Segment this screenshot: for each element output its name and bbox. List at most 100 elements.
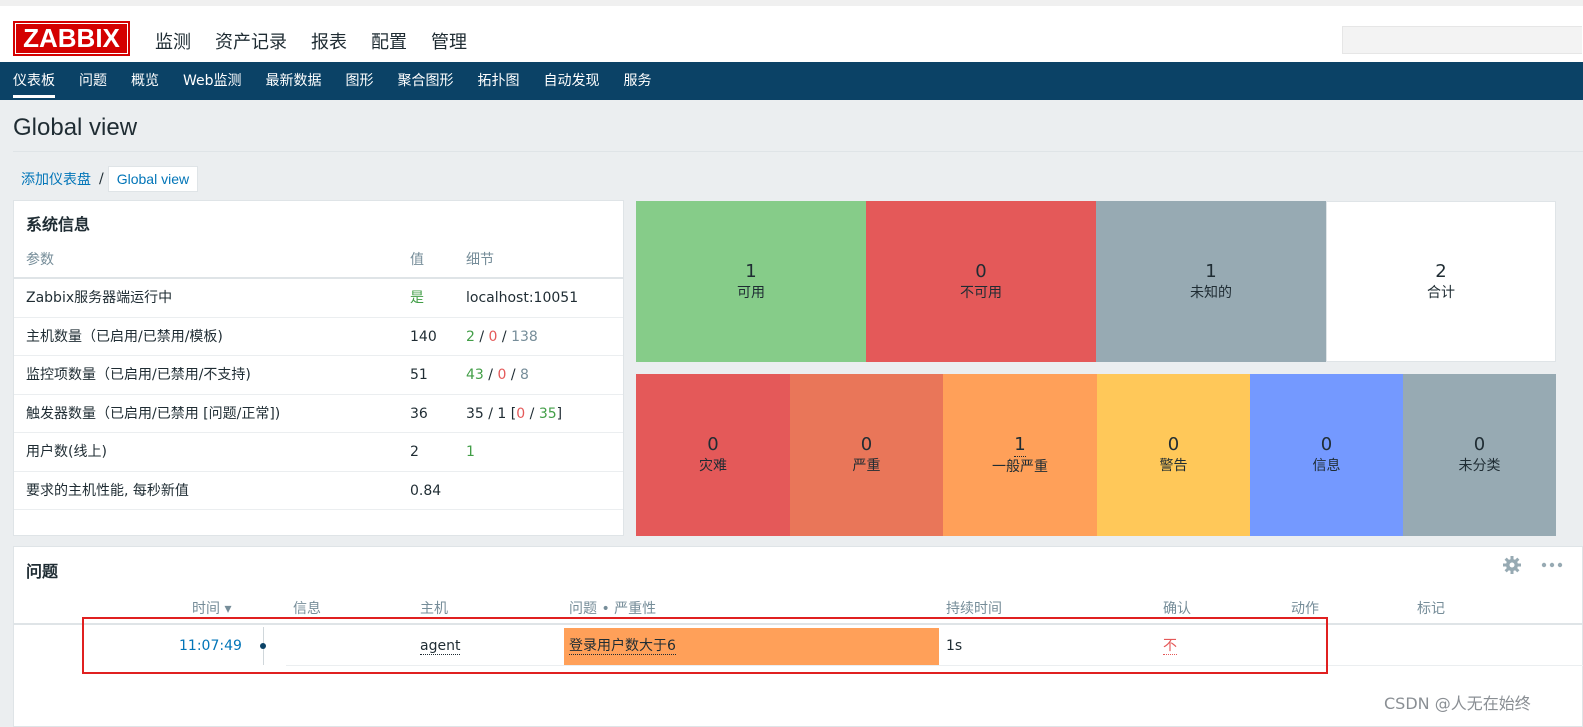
tile-count: 1 [1205,260,1217,282]
widget-title: 系统信息 [26,215,91,234]
severity-high: 0 严重 [790,374,943,536]
subnav-services[interactable]: 服务 [624,62,652,100]
tile-label: 警告 [1159,458,1188,474]
tile-count: 0 [707,434,719,455]
detail-unsupported: 8 [520,367,529,383]
column-header-info: 信息 [293,601,321,617]
table-row: 用户数(线上) 2 1 [14,433,623,472]
zabbix-logo[interactable]: ZABBIX [13,21,130,56]
row-param: 要求的主机性能, 每秒新值 [26,482,189,499]
tile-count: 0 [860,434,873,455]
tile-count: 0 [1167,434,1180,455]
row-detail: localhost:10051 [466,290,579,306]
severity-warning: 0 警告 [1097,374,1250,536]
main-nav-inventory[interactable]: 资产记录 [215,28,287,54]
row-value: 51 [410,367,428,383]
tile-label: 可用 [737,284,765,301]
row-detail: 43 / 0 / 8 [466,356,529,394]
tile-count: 0 [1473,434,1486,455]
table-row: 监控项数量（已启用/已禁用/不支持) 51 43 / 0 / 8 [14,356,623,395]
title-divider [13,151,1583,152]
row-value: 0.84 [410,482,442,499]
breadcrumb-current[interactable]: Global view [107,166,199,192]
detail-enabled-disabled: 35 / 1 [ [466,405,517,422]
column-header-ack: 确认 [1163,601,1191,617]
severity-information: 0 信息 [1250,374,1403,536]
detail-problem: 0 [516,405,526,422]
column-header-value: 值 [410,252,424,268]
detail-ok: 35 [538,405,557,422]
table-row: 触发器数量（已启用/已禁用 [问题/正常]) 36 35 / 1 [0 / 35… [14,395,623,433]
host-availability-unavailable: 0 不可用 [866,201,1096,362]
subnav-latest-data[interactable]: 最新数据 [266,62,322,100]
row-detail: 35 / 1 [0 / 35] [466,395,562,433]
search-input[interactable] [1342,26,1582,54]
severity-disaster: 0 灾难 [636,374,790,536]
row-detail: 2 / 0 / 138 [466,318,538,356]
severity-average[interactable]: 1 一般严重 [943,374,1097,536]
gear-icon[interactable] [1502,555,1522,575]
subnav-problems[interactable]: 问题 [79,62,107,100]
tile-label: 不可用 [960,284,1002,301]
subnav-overview[interactable]: 概览 [131,62,159,100]
row-param: Zabbix服务器端运行中 [26,290,173,306]
row-param: 监控项数量（已启用/已禁用/不支持) [26,367,251,383]
tile-count[interactable]: 1 [1014,434,1026,457]
table-header: 参数 值 细节 [14,241,623,279]
table-row: 主机数量（已启用/已禁用/模板) 140 2 / 0 / 138 [14,318,623,356]
system-info-widget: 系统信息 参数 值 细节 Zabbix服务器端运行中 是 localhost:1… [13,200,624,536]
breadcrumb-parent[interactable]: 添加仪表盘 [13,169,99,189]
column-header-problem: 问题 • 严重性 [569,601,657,617]
row-param: 主机数量（已启用/已禁用/模板) [26,328,223,345]
main-nav: 监测 资产记录 报表 配置 管理 [155,28,467,71]
table-row: Zabbix服务器端运行中 是 localhost:10051 [14,279,623,318]
breadcrumb-separator: / [99,171,104,187]
row-param: 触发器数量（已启用/已禁用 [问题/正常]) [26,405,281,422]
subnav-web[interactable]: Web监测 [183,62,242,100]
row-value: 是 [410,290,424,306]
watermark: CSDN @人无在始终 [1384,694,1531,713]
subnav-graphs[interactable]: 图形 [346,62,374,100]
subnav-maps[interactable]: 拓扑图 [478,62,520,100]
row-value: 140 [410,328,437,345]
column-header-time[interactable]: 时间 ▾ [192,598,231,618]
column-header-host: 主机 [420,601,448,617]
tile-count: 1 [745,260,757,282]
host-availability-available: 1 可用 [636,201,866,362]
row-detail: 1 [466,444,475,460]
column-header-tags: 标记 [1417,601,1445,617]
main-nav-reports[interactable]: 报表 [311,28,347,54]
severity-not-classified: 0 未分类 [1403,374,1556,536]
subnav-discovery[interactable]: 自动发现 [544,62,600,100]
subnav-screens[interactable]: 聚合图形 [398,62,454,100]
detail-sep: / [506,367,520,383]
sub-nav: 仪表板 问题 概览 Web监测 最新数据 图形 聚合图形 拓扑图 自动发现 服务 [0,62,1583,100]
page-title: Global view [13,114,138,141]
detail-sep: / [483,367,498,383]
detail-bracket: ] [556,405,563,422]
host-availability-total: 2 合计 [1326,201,1556,362]
row-param: 用户数(线上) [26,444,107,460]
breadcrumb: 添加仪表盘 / Global view [13,166,199,192]
host-availability-unknown: 1 未知的 [1096,201,1326,362]
system-info-table: 参数 值 细节 Zabbix服务器端运行中 是 localhost:10051 … [14,241,623,510]
detail-enabled: 2 [466,328,475,345]
widget-title: 问题 [26,562,59,581]
row-value: 2 [410,444,419,460]
column-header-param: 参数 [26,252,54,268]
tile-label: 灾难 [699,458,727,474]
main-nav-monitoring[interactable]: 监测 [155,28,191,71]
detail-sep: / [497,328,512,345]
tile-label: 信息 [1312,458,1341,474]
more-icon[interactable] [1540,555,1564,575]
tile-label: 一般严重 [992,458,1048,475]
annotation-highlight-box [82,617,1328,674]
detail-sep: / [474,328,489,345]
main-nav-administration[interactable]: 管理 [431,28,467,54]
tile-count: 2 [1435,260,1447,282]
tile-count: 0 [1320,434,1333,455]
detail-templates: 138 [511,328,538,345]
main-nav-configuration[interactable]: 配置 [371,28,407,54]
column-header-actions: 动作 [1291,601,1319,617]
subnav-dashboard[interactable]: 仪表板 [13,62,55,100]
